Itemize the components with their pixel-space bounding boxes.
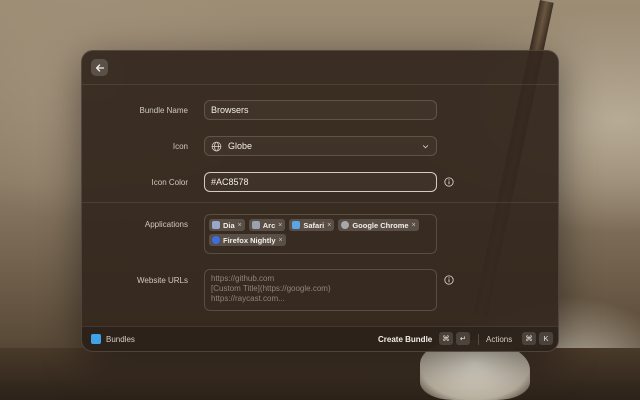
info-icon[interactable] <box>444 177 454 187</box>
chrome-app-icon <box>341 221 350 229</box>
icon-color-value: #AC8578 <box>211 177 249 187</box>
icon-label: Icon <box>172 142 188 151</box>
bundle-icon <box>91 334 101 344</box>
safari-app-icon <box>292 221 301 229</box>
k-key-hint: K <box>539 332 553 345</box>
command-key-hint: ⌘ <box>439 332 453 345</box>
url-placeholder-line: https://github.com <box>211 274 275 283</box>
wallpaper-detail <box>0 348 640 400</box>
app-token-arc: Arc × <box>248 219 286 231</box>
remove-token-button[interactable]: × <box>238 222 242 229</box>
app-token-dia: Dia × <box>209 219 245 231</box>
website-urls-label: Website URLs <box>137 276 188 285</box>
footer-title: Bundles <box>106 335 135 344</box>
remove-token-button[interactable]: × <box>279 237 283 244</box>
chevron-down-icon <box>422 145 429 149</box>
bundle-name-value: Browsers <box>211 105 249 115</box>
app-token-label: Arc <box>262 220 276 230</box>
icon-color-input[interactable]: #AC8578 <box>204 172 437 192</box>
remove-token-button[interactable]: × <box>412 222 416 229</box>
app-token-label: Safari <box>303 220 325 230</box>
icon-selected-value: Globe <box>228 141 253 151</box>
info-icon[interactable] <box>444 275 454 285</box>
app-token-label: Google Chrome <box>352 220 409 230</box>
section-divider <box>82 202 558 203</box>
bundle-name-label: Bundle Name <box>139 106 188 115</box>
globe-icon <box>211 141 222 151</box>
url-placeholder-line: https://raycast.com... <box>211 294 285 303</box>
create-bundle-window: Bundle Name Browsers Icon Globe Icon Col… <box>81 50 559 352</box>
arc-app-icon <box>251 221 260 229</box>
applications-label: Applications <box>144 220 188 229</box>
back-button[interactable] <box>91 59 108 76</box>
app-token-firefox-nightly: Firefox Nightly × <box>209 234 286 246</box>
header-divider <box>82 84 558 85</box>
remove-token-button[interactable]: × <box>278 222 282 229</box>
firefox-app-icon <box>212 236 220 244</box>
footer-divider <box>478 334 479 345</box>
dia-app-icon <box>212 221 220 229</box>
app-token-label: Dia <box>223 220 235 230</box>
actions-button[interactable]: Actions <box>486 335 512 344</box>
remove-token-button[interactable]: × <box>327 222 331 229</box>
create-bundle-button[interactable]: Create Bundle <box>378 335 432 344</box>
return-key-hint: ↵ <box>456 332 470 345</box>
command-key-hint: ⌘ <box>522 332 536 345</box>
bundle-name-input[interactable]: Browsers <box>204 100 437 120</box>
icon-dropdown[interactable]: Globe <box>204 136 437 156</box>
app-token-google-chrome: Google Chrome × <box>338 219 419 231</box>
applications-token-field[interactable]: Dia × Arc × Safari × Google Chrome × Fir… <box>204 214 437 254</box>
website-urls-textarea[interactable]: https://github.com [Custom Title](https:… <box>204 269 437 311</box>
app-token-label: Firefox Nightly <box>223 235 276 245</box>
icon-color-label: Icon Color <box>151 178 188 187</box>
app-token-safari: Safari × <box>289 219 335 231</box>
url-placeholder-line: [Custom Title](https://google.com) <box>211 284 331 293</box>
action-bar: Bundles Create Bundle ⌘ ↵ Actions ⌘ K <box>82 326 558 351</box>
arrow-left-icon <box>95 63 104 72</box>
